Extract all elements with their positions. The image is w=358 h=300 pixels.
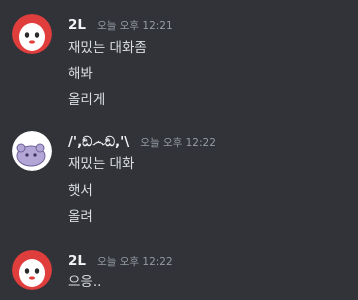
user-avatar[interactable]: [12, 14, 52, 54]
username[interactable]: 2L: [68, 253, 86, 269]
timestamp: 오늘 오후 12:21: [97, 20, 173, 32]
message-header: 2L 오늘 오후 12:21: [68, 14, 173, 34]
message-text: 재밌는 대화: [68, 156, 135, 172]
red-ghost-avatar-icon: [12, 14, 52, 54]
purple-blob-avatar-icon: [12, 131, 52, 171]
user-avatar[interactable]: [12, 250, 52, 290]
message-text: 으응..: [68, 274, 102, 290]
message-text: 재밌는 대화좀: [68, 40, 147, 56]
message-text: 해봐: [68, 66, 93, 82]
user-avatar[interactable]: [12, 131, 52, 171]
message-header: 2L 오늘 오후 12:22: [68, 250, 173, 270]
message-text: 올리게: [68, 92, 106, 108]
message-header: /',ඞ෴ඞ,'\ 오늘 오후 12:22: [68, 131, 216, 151]
username[interactable]: /',ඞ෴ඞ,'\: [68, 134, 129, 150]
timestamp: 오늘 오후 12:22: [97, 256, 173, 268]
username[interactable]: 2L: [68, 17, 86, 33]
message-text: 햇서: [68, 183, 93, 199]
timestamp: 오늘 오후 12:22: [140, 137, 216, 149]
red-ghost-avatar-icon: [12, 250, 52, 290]
message-text: 올려: [68, 209, 93, 225]
